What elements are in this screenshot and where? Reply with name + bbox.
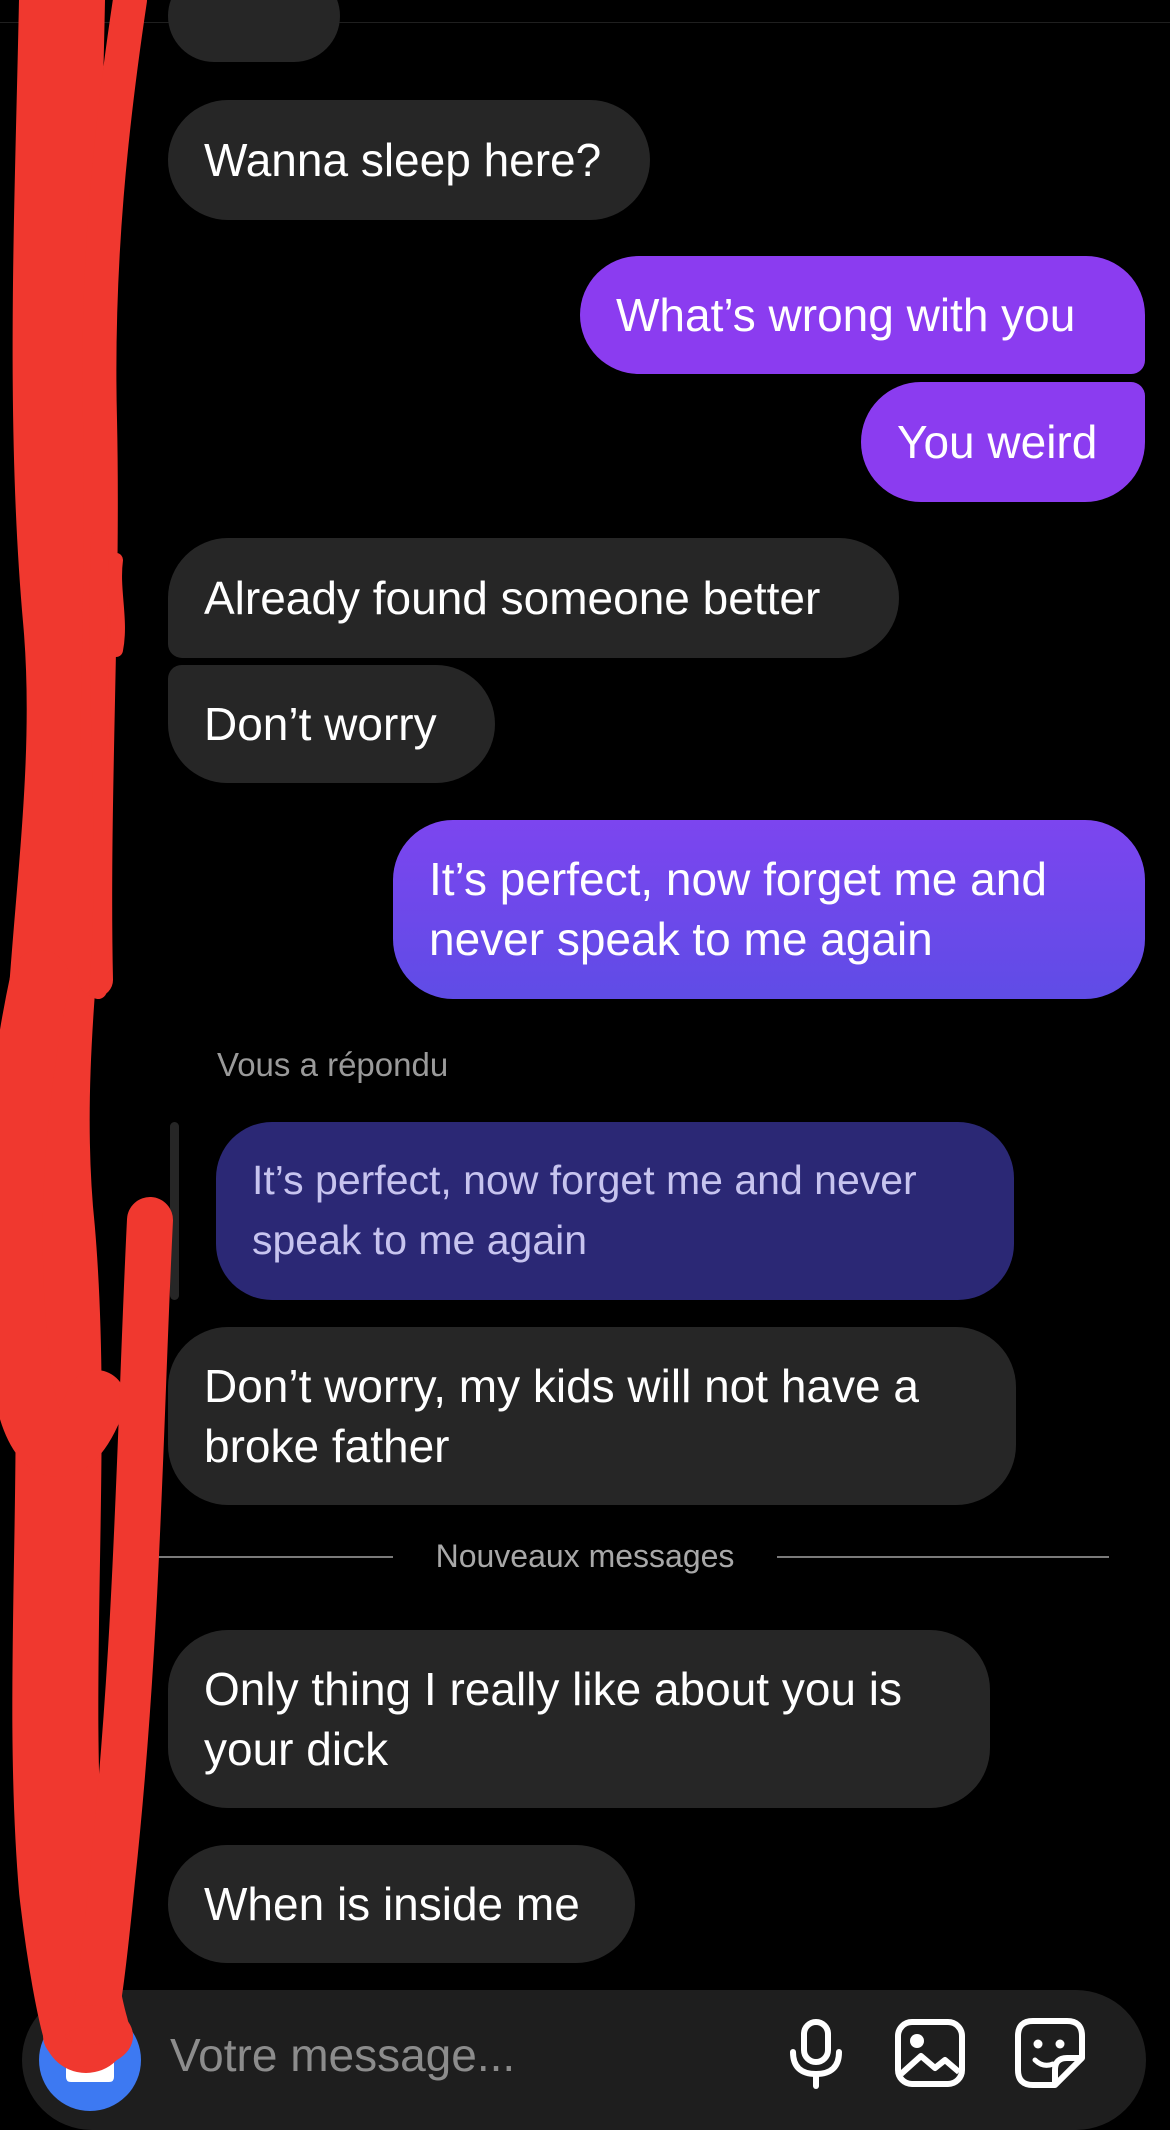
redaction-scribble [0, 0, 173, 2073]
